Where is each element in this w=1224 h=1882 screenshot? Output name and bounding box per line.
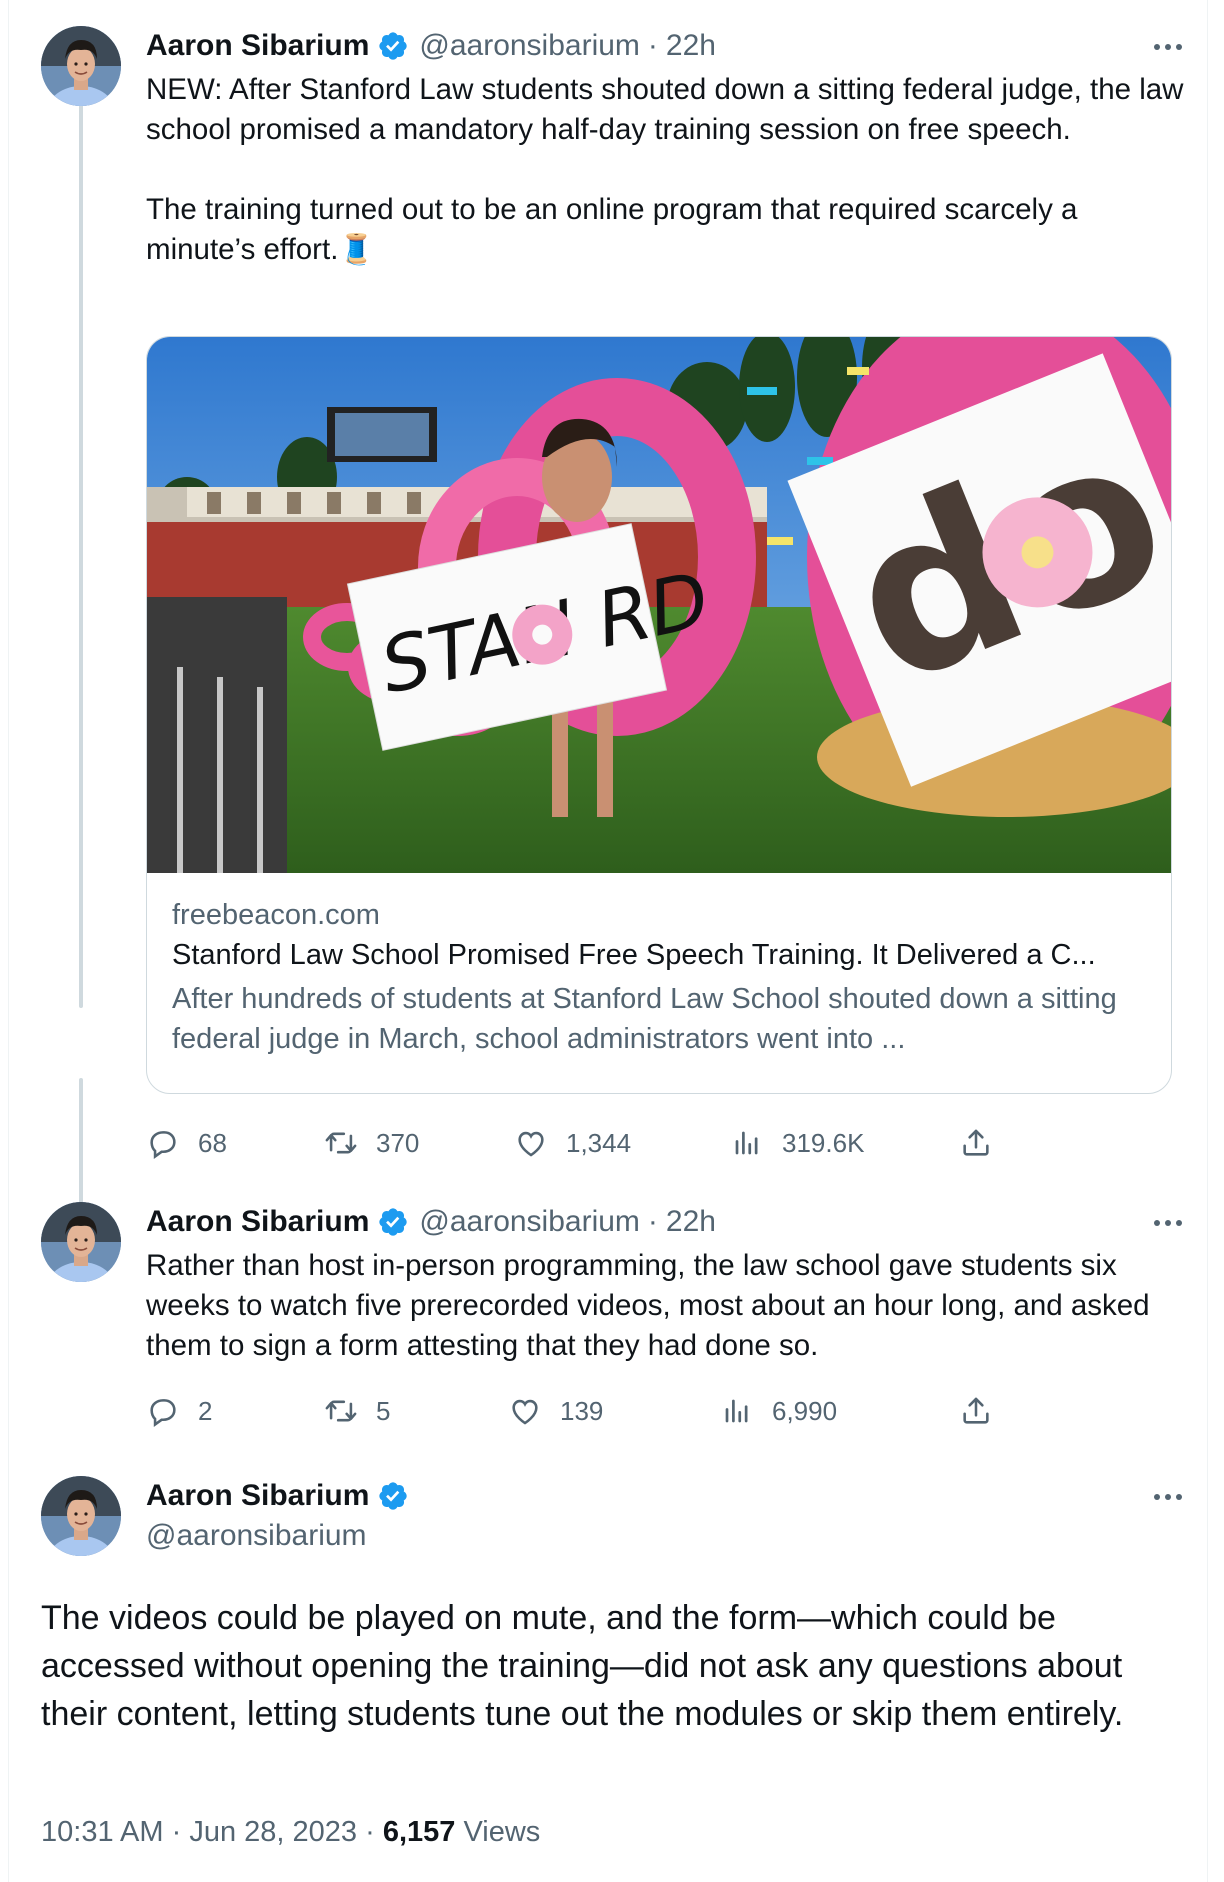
author-handle[interactable]: @aaronsibarium [419,1205,640,1239]
action-bar: 68 370 1,344 319.6K [146,1126,1006,1170]
like-button[interactable]: 1,344 [514,1126,631,1160]
card-domain: freebeacon.com [172,899,380,931]
dot-separator: · [365,1816,375,1848]
author-name[interactable]: Aaron Sibarium [146,1205,369,1239]
views-button[interactable]: 319.6K [730,1126,864,1160]
stanford-donut-photo[interactable]: STAN RD do [147,337,1171,873]
tweet-header: Aaron Sibarium [146,1476,409,1516]
tweet-handle-row: @aaronsibarium [146,1516,367,1556]
author-name[interactable]: Aaron Sibarium [146,1479,369,1513]
reply-icon [146,1126,180,1160]
repost-count: 370 [376,1127,420,1158]
tweet-header: Aaron Sibarium @aaronsibarium · 22h [146,1202,716,1242]
share-icon [959,1126,993,1160]
action-bar: 2 5 139 6,990 [146,1394,1006,1438]
views-count: 319.6K [782,1127,865,1158]
author-avatar[interactable] [41,1202,121,1282]
link-card[interactable]: STAN RD do freebeacon.com Stanford Law S… [146,336,1172,1094]
repost-icon [324,1126,358,1160]
share-button[interactable] [959,1126,993,1160]
views-count: 6,157 [382,1816,456,1848]
author-handle[interactable]: @aaronsibarium [146,1519,367,1553]
author-name[interactable]: Aaron Sibarium [146,29,369,63]
share-icon [959,1394,993,1428]
more-options-icon[interactable] [1148,1208,1188,1238]
views-count: 6,990 [772,1395,838,1426]
tweet-time[interactable]: 22h [666,29,716,63]
like-icon [508,1394,542,1428]
views-icon [720,1394,754,1428]
tweet-meta: 10:31 AM · Jun 28, 2023 · 6,157 Views [41,1816,540,1849]
more-options-icon[interactable] [1148,1482,1188,1512]
tweet-paragraph: NEW: After Stanford Law students shouted… [146,73,1184,146]
reply-count: 68 [198,1127,227,1158]
tweet-paragraph: The training turned out to be an online … [146,193,1078,266]
author-avatar[interactable] [41,26,121,106]
repost-count: 5 [376,1395,391,1426]
tweet-time[interactable]: 22h [666,1205,716,1239]
card-title: Stanford Law School Promised Free Speech… [172,939,1096,971]
dot-separator: · [171,1816,182,1848]
verified-badge-icon [377,30,409,62]
thread-line [79,98,83,1008]
repost-button[interactable]: 5 [324,1394,390,1428]
views-button[interactable]: 6,990 [720,1394,837,1428]
like-icon [514,1126,548,1160]
like-count: 1,344 [566,1127,632,1158]
tweet-paragraph: Rather than host in-person programming, … [146,1249,1150,1362]
views-label: Views [463,1816,541,1848]
dot-separator: · [647,1205,658,1238]
tweet-text: Rather than host in-person programming, … [146,1246,1186,1366]
author-handle[interactable]: @aaronsibarium [419,29,640,63]
verified-badge-icon [377,1480,409,1512]
tweet-header: Aaron Sibarium @aaronsibarium · 22h [146,26,716,66]
repost-button[interactable]: 370 [324,1126,419,1160]
reply-count: 2 [198,1395,213,1426]
reply-button[interactable]: 68 [146,1126,227,1160]
share-button[interactable] [959,1394,993,1428]
like-button[interactable]: 139 [508,1394,603,1428]
reply-button[interactable]: 2 [146,1394,212,1428]
repost-icon [324,1394,358,1428]
tweet-date[interactable]: Jun 28, 2023 [189,1816,357,1848]
views-icon [730,1126,764,1160]
tweet-text: NEW: After Stanford Law students shouted… [146,70,1186,270]
tweet-time[interactable]: 10:31 AM [41,1816,164,1848]
author-avatar[interactable] [41,1476,121,1556]
dot-separator: · [647,29,658,62]
main-tweet-text: The videos could be played on mute, and … [41,1599,1124,1733]
card-description: After hundreds of students at Stanford L… [172,983,1117,1055]
reply-icon [146,1394,180,1428]
verified-badge-icon [377,1206,409,1238]
like-count: 139 [560,1395,604,1426]
more-options-icon[interactable] [1148,32,1188,62]
